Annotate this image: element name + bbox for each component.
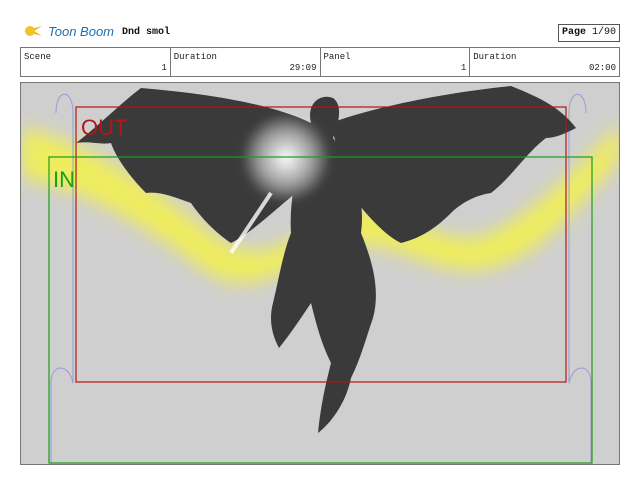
- scene-duration-label: Duration: [173, 52, 217, 62]
- light-flash: [241, 113, 331, 203]
- panel-info-bar: Scene 1 Duration 29:09 Panel 1 Duration …: [20, 47, 620, 77]
- panel-duration-value: 02:00: [588, 63, 616, 73]
- panel-value: 1: [460, 63, 467, 73]
- scene-cell: Scene 1: [21, 48, 171, 76]
- star-icon: [24, 26, 42, 36]
- storyboard-panel-image[interactable]: OUT IN: [20, 82, 620, 465]
- page-indicator: Page 1/90: [557, 24, 620, 42]
- panel-cell: Panel 1: [321, 48, 471, 76]
- panel-label: Panel: [323, 52, 351, 62]
- scene-value: 1: [161, 63, 167, 73]
- panel-duration-cell: Duration 02:00: [470, 48, 619, 76]
- out-label: OUT: [81, 115, 128, 140]
- project-title: Dnd smol: [122, 27, 171, 38]
- panel-duration-label: Duration: [473, 52, 517, 62]
- scene-duration-value: 29:09: [289, 63, 317, 73]
- scene-duration-cell: Duration 29:09: [171, 48, 321, 76]
- scene-label: Scene: [24, 52, 52, 62]
- frame-guide-right: [568, 93, 592, 464]
- brand-name: Toon Boom: [48, 23, 115, 39]
- page-label: Page: [561, 27, 586, 38]
- in-label: IN: [53, 167, 75, 192]
- toon-boom-logo: Toon Boom: [22, 22, 114, 40]
- storyboard-header: Toon Boom Dnd smol Page 1/90: [20, 22, 620, 42]
- page-value: 1/90: [591, 27, 616, 38]
